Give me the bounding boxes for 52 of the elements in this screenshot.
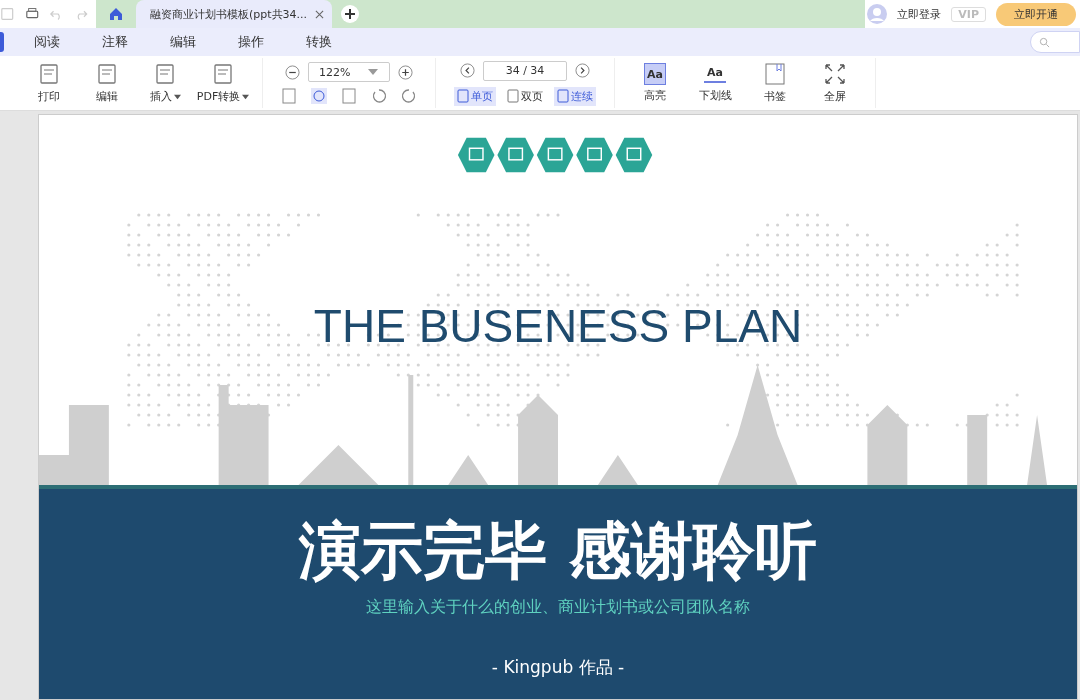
slide-subtitle: 这里输入关于什么的创业、商业计划书或公司团队名称: [366, 597, 750, 618]
fit-page-icon[interactable]: [311, 88, 327, 104]
slide-credit: - Kingpub 作品 -: [491, 656, 625, 679]
highlight-icon: Aa: [644, 63, 666, 85]
toolbar-button[interactable]: PDF转换: [194, 62, 252, 104]
view-mode-button[interactable]: 单页: [454, 86, 496, 106]
menu-tab[interactable]: 注释: [102, 33, 170, 51]
document-icon: [37, 62, 61, 86]
caret-icon[interactable]: [368, 68, 379, 76]
page-field[interactable]: 34 / 34: [483, 60, 567, 81]
zoom-in-icon[interactable]: [398, 64, 413, 80]
zoom-field[interactable]: 122%: [308, 62, 390, 82]
document-tab[interactable]: 融资商业计划书模板(ppt共34...: [136, 0, 333, 28]
slide-title: THE BUSENESS PLAN: [313, 299, 803, 353]
new-tab-icon[interactable]: [340, 4, 361, 24]
menu-tab[interactable]: 转换: [306, 33, 374, 51]
toolbar-button[interactable]: 编辑: [78, 62, 136, 104]
menu-tab[interactable]: 阅读: [34, 33, 102, 51]
toolbar-button[interactable]: 插入: [136, 62, 194, 104]
next-page-icon[interactable]: [575, 63, 590, 78]
login-link[interactable]: 立即登录: [897, 6, 942, 22]
previous-page-icon[interactable]: [460, 63, 475, 78]
toolbar-button[interactable]: 打印: [20, 62, 78, 104]
toolbar-button[interactable]: 书签: [745, 62, 805, 104]
bookmark-icon: [763, 62, 787, 86]
sidebar-marker: [0, 32, 4, 52]
zoom-out-icon[interactable]: [285, 64, 300, 80]
toolbar-button[interactable]: 全屏: [805, 62, 865, 104]
rotate-left-icon[interactable]: [371, 88, 387, 104]
fit-width-icon[interactable]: [341, 88, 357, 104]
toolbar-button[interactable]: Aa 高亮: [625, 63, 685, 103]
home-icon[interactable]: [108, 6, 124, 22]
fullscreen-icon: [823, 62, 847, 86]
document-icon: [95, 62, 119, 86]
menu-tab[interactable]: 编辑: [170, 33, 238, 51]
page-icon: [557, 89, 569, 103]
page-icon: [457, 89, 469, 103]
search-icon: [1039, 36, 1050, 48]
actual-size-icon[interactable]: [281, 88, 297, 104]
page-icon: [507, 89, 519, 103]
document-icon: [153, 62, 177, 86]
toolbar-button[interactable]: Aa 下划线: [685, 63, 745, 103]
slide-heading: 演示完毕 感谢聆听: [299, 513, 817, 589]
rotate-right-icon[interactable]: [401, 88, 417, 104]
upgrade-button[interactable]: 立即开通: [996, 2, 1076, 26]
menu-tab[interactable]: 操作: [238, 33, 306, 51]
search-field[interactable]: [1030, 31, 1080, 53]
view-mode-button[interactable]: 连续: [554, 86, 596, 106]
close-icon[interactable]: [315, 9, 325, 19]
view-mode-button[interactable]: 双页: [504, 86, 546, 106]
vip-badge: VIP: [951, 6, 986, 22]
document-icon: [211, 62, 235, 86]
